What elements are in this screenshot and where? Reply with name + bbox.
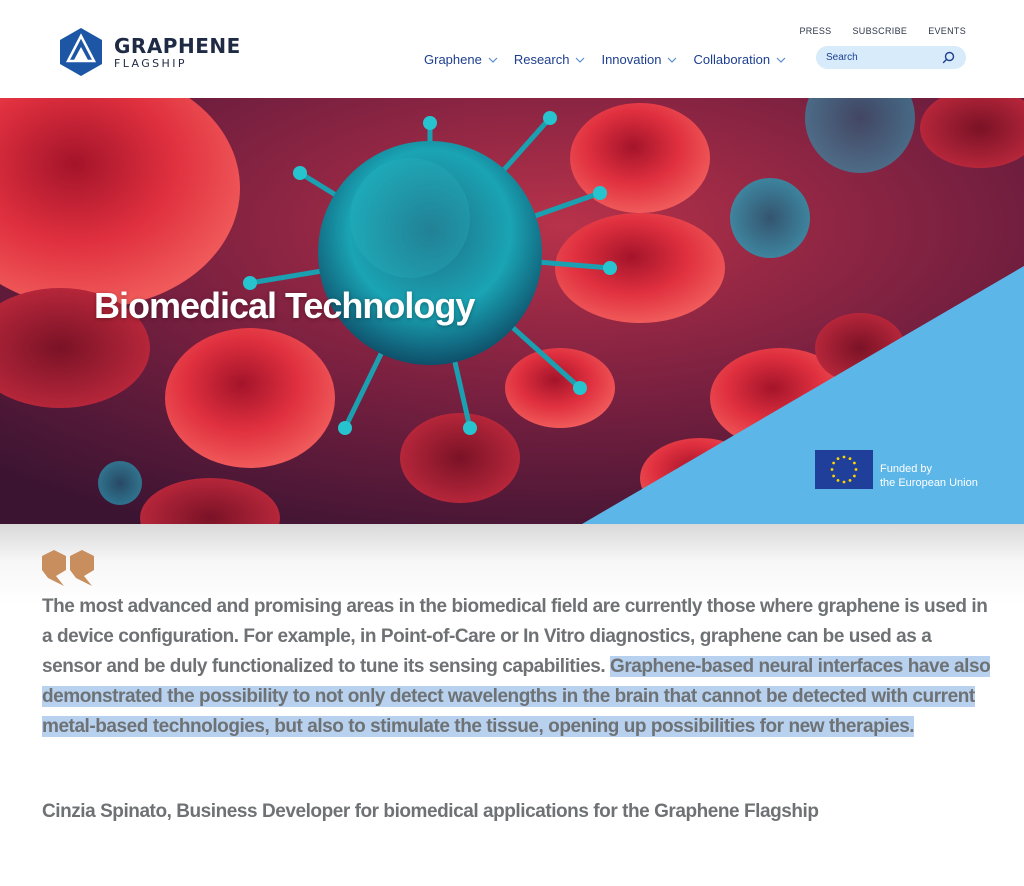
quote-text: The most advanced and promising areas in…: [42, 592, 992, 742]
search-icon[interactable]: [942, 51, 955, 64]
eu-flag-icon: [815, 450, 873, 489]
site-header: GRAPHENE FLAGSHIP PRESS SUBSCRIBE EVENTS…: [0, 0, 1024, 98]
chevron-down-icon: [668, 57, 677, 63]
search-box: [816, 46, 966, 69]
main-nav: Graphene Research Innovation Collaborati…: [424, 52, 786, 67]
site-logo[interactable]: GRAPHENE FLAGSHIP: [58, 27, 258, 79]
utility-link-events[interactable]: EVENTS: [928, 26, 966, 36]
quote-attribution: Cinzia Spinato, Business Developer for b…: [42, 801, 819, 822]
nav-label: Graphene: [424, 52, 482, 67]
hero-banner: Biomedical Technology Funded by the Euro: [0, 98, 1024, 524]
chevron-down-icon: [576, 57, 585, 63]
quote-mark-icon: [42, 550, 94, 586]
nav-item-innovation[interactable]: Innovation: [601, 52, 677, 67]
nav-label: Research: [513, 52, 570, 67]
eu-funding-badge: Funded by the European Union: [815, 450, 978, 490]
nav-label: Innovation: [601, 52, 662, 67]
logo-wordmark: GRAPHENE: [114, 34, 241, 58]
chevron-down-icon: [488, 57, 498, 63]
hexagon-logo-icon: [60, 28, 102, 76]
nav-item-graphene[interactable]: Graphene: [424, 52, 498, 67]
utility-link-press[interactable]: PRESS: [799, 26, 831, 36]
utility-nav: PRESS SUBSCRIBE EVENTS: [799, 26, 966, 36]
nav-label: Collaboration: [693, 52, 771, 67]
utility-link-subscribe[interactable]: SUBSCRIBE: [852, 26, 907, 36]
nav-item-research[interactable]: Research: [514, 52, 586, 67]
eu-text-line1: Funded by: [880, 463, 932, 475]
quote-section: The most advanced and promising areas in…: [0, 524, 1024, 886]
search-input[interactable]: [826, 49, 936, 66]
logo-subtitle: FLAGSHIP: [114, 57, 187, 70]
page-title: Biomedical Technology: [94, 285, 475, 326]
chevron-down-icon: [776, 57, 786, 63]
eu-text-line2: the European Union: [880, 477, 978, 489]
eu-funding-text: Funded by the European Union: [880, 462, 978, 490]
nav-item-collaboration[interactable]: Collaboration: [693, 52, 786, 67]
